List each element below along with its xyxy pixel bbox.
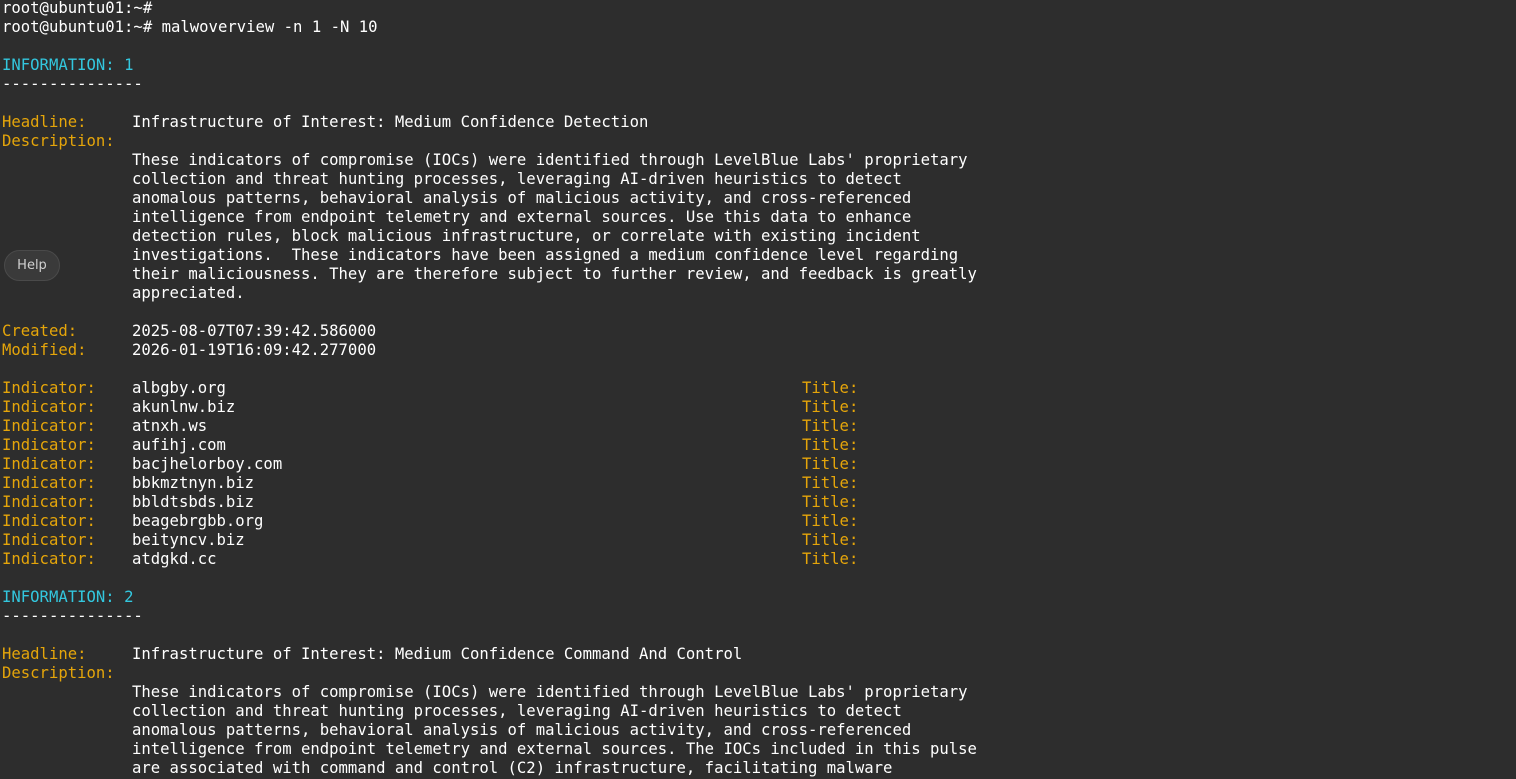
indicator-value: atdgkd.cc (132, 550, 217, 568)
description-line: collection and threat hunting processes,… (132, 170, 902, 188)
description-line: their maliciousness. They are therefore … (132, 265, 977, 283)
shell-prompt: root@ubuntu01:~# (2, 18, 153, 36)
indicator-label: Indicator: (2, 398, 96, 416)
indicator-value: beagebrgbb.org (132, 512, 264, 530)
indicator-row: Indicator: aufihj.com Title: (2, 436, 1514, 455)
created-row: Created: 2025-08-07T07:39:42.586000 (2, 322, 1514, 341)
description-line: are associated with command and control … (132, 759, 893, 777)
indicator-label: Indicator: (2, 512, 96, 530)
separator: --------------- (2, 607, 143, 625)
information-number: 1 (124, 56, 134, 74)
information-header: INFORMATION: 2 (2, 588, 1514, 607)
description-line: intelligence from endpoint telemetry and… (132, 208, 912, 226)
information-label: INFORMATION: (2, 588, 115, 606)
indicator-row: Indicator: bbkmztnyn.biz Title: (2, 474, 1514, 493)
title-label: Title: (802, 417, 859, 435)
description-line: anomalous patterns, behavioral analysis … (132, 721, 912, 739)
shell-prompt: root@ubuntu01:~# (2, 0, 153, 17)
command-text: malwoverview -n 1 -N 10 (161, 18, 378, 36)
indicator-row: Indicator: albgby.org Title: (2, 379, 1514, 398)
title-label: Title: (802, 436, 859, 454)
description-label-row: Description: (2, 132, 1514, 151)
description-line: investigations. These indicators have be… (132, 246, 959, 264)
description-line: These indicators of compromise (IOCs) we… (132, 151, 968, 169)
modified-row: Modified: 2026-01-19T16:09:42.277000 (2, 341, 1514, 360)
indicator-value: aufihj.com (132, 436, 226, 454)
headline-row: Headline: Infrastructure of Interest: Med… (2, 113, 1514, 132)
title-label: Title: (802, 493, 859, 511)
description-label: Description: (2, 664, 115, 682)
title-label: Title: (802, 550, 859, 568)
separator: --------------- (2, 75, 143, 93)
indicator-row: Indicator: beagebrgbb.org Title: (2, 512, 1514, 531)
indicator-value: atnxh.ws (132, 417, 208, 435)
indicator-row: Indicator: akunlnw.biz Title: (2, 398, 1514, 417)
terminal-output[interactable]: root@ubuntu01:~# root@ubuntu01:~# malwov… (2, 0, 1514, 778)
created-value: 2025-08-07T07:39:42.586000 (132, 322, 377, 340)
indicator-row: Indicator: atnxh.ws Title: (2, 417, 1514, 436)
indicator-value: beityncv.biz (132, 531, 245, 549)
command-line: root@ubuntu01:~# malwoverview -n 1 -N 10 (2, 18, 1514, 37)
indicator-label: Indicator: (2, 531, 96, 549)
headline-label: Headline: (2, 113, 87, 131)
indicator-value: bbkmztnyn.biz (132, 474, 255, 492)
indicator-row: Indicator: beityncv.biz Title: (2, 531, 1514, 550)
indicator-row: Indicator: atdgkd.cc Title: (2, 550, 1514, 569)
title-label: Title: (802, 455, 859, 473)
indicator-value: bbldtsbds.biz (132, 493, 255, 511)
information-header: INFORMATION: 1 (2, 56, 1514, 75)
headline-value: Infrastructure of Interest: Medium Confi… (132, 645, 743, 663)
title-label: Title: (802, 474, 859, 492)
headline-row: Headline: Infrastructure of Interest: Med… (2, 645, 1514, 664)
description-line: collection and threat hunting processes,… (132, 702, 902, 720)
description-line: detection rules, block malicious infrast… (132, 227, 921, 245)
indicator-label: Indicator: (2, 417, 96, 435)
modified-label: Modified: (2, 341, 87, 359)
title-label: Title: (802, 512, 859, 530)
modified-value: 2026-01-19T16:09:42.277000 (132, 341, 377, 359)
description-line: These indicators of compromise (IOCs) we… (132, 683, 968, 701)
indicator-value: albgby.org (132, 379, 226, 397)
title-label: Title: (802, 398, 859, 416)
description-line: intelligence from endpoint telemetry and… (132, 740, 977, 758)
indicator-row: Indicator: bacjhelorboy.com Title: (2, 455, 1514, 474)
headline-label: Headline: (2, 645, 87, 663)
indicator-label: Indicator: (2, 455, 96, 473)
indicator-label: Indicator: (2, 436, 96, 454)
description-label: Description: (2, 132, 115, 150)
title-label: Title: (802, 379, 859, 397)
indicator-label: Indicator: (2, 474, 96, 492)
indicator-label: Indicator: (2, 550, 96, 568)
indicator-value: akunlnw.biz (132, 398, 236, 416)
description-line: appreciated. (132, 284, 245, 302)
prompt-line: root@ubuntu01:~# (2, 0, 1514, 18)
indicator-row: Indicator: bbldtsbds.biz Title: (2, 493, 1514, 512)
description-label-row: Description: (2, 664, 1514, 683)
description-line: anomalous patterns, behavioral analysis … (132, 189, 912, 207)
indicator-label: Indicator: (2, 493, 96, 511)
created-label: Created: (2, 322, 78, 340)
title-label: Title: (802, 531, 859, 549)
information-number: 2 (124, 588, 134, 606)
indicator-value: bacjhelorboy.com (132, 455, 283, 473)
help-button[interactable]: Help (4, 250, 60, 281)
indicator-label: Indicator: (2, 379, 96, 397)
information-label: INFORMATION: (2, 56, 115, 74)
headline-value: Infrastructure of Interest: Medium Confi… (132, 113, 649, 131)
